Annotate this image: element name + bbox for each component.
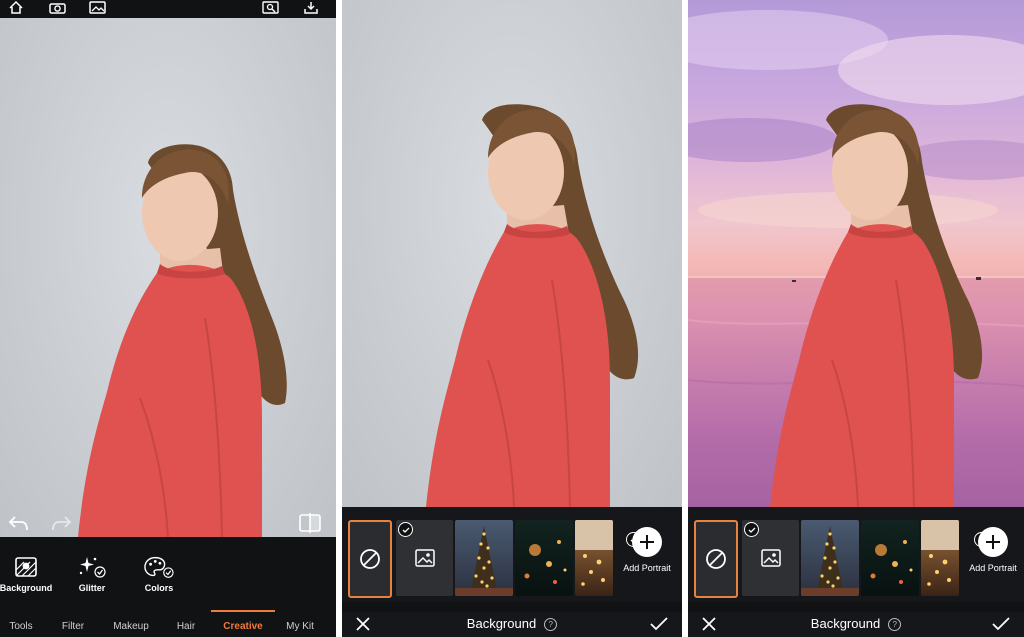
add-portrait-button[interactable]: Add Portrait bbox=[612, 527, 682, 573]
help-icon[interactable]: ? bbox=[544, 618, 558, 631]
apply-button[interactable] bbox=[650, 617, 668, 636]
check-icon bbox=[402, 527, 409, 533]
checkmark-icon bbox=[650, 617, 668, 631]
portrait-subject bbox=[770, 104, 983, 507]
add-portrait-label: Add Portrait bbox=[623, 563, 671, 573]
creative-tools-row: Background Glitter Colors bbox=[0, 537, 336, 610]
photo-canvas[interactable] bbox=[0, 18, 336, 537]
bokeh-lights-thumbnail bbox=[524, 540, 567, 584]
background-thumbnail[interactable] bbox=[861, 520, 919, 596]
tab-filter[interactable]: Filter bbox=[50, 610, 96, 637]
photo-canvas[interactable] bbox=[688, 0, 1024, 507]
panel-title: Background? bbox=[688, 616, 1024, 631]
plus-icon bbox=[986, 535, 1000, 549]
tool-colors[interactable]: Colors bbox=[129, 553, 189, 593]
undo-button[interactable] bbox=[4, 509, 32, 537]
check-badge bbox=[398, 522, 413, 537]
background-picker: Add Portrait bbox=[688, 507, 1024, 602]
glitter-icon bbox=[79, 557, 106, 578]
panel-title: Background? bbox=[342, 616, 682, 631]
check-icon bbox=[748, 527, 755, 533]
tab-makeup[interactable]: Makeup bbox=[106, 610, 156, 637]
background-screen-before: Add Portrait Background? bbox=[342, 0, 682, 637]
background-picker: Add Portrait bbox=[342, 507, 682, 602]
no-background-button[interactable] bbox=[694, 520, 738, 598]
panel-title-text: Background bbox=[810, 616, 881, 631]
editor-tab-bar: Tools Filter Makeup Hair Creative My Kit bbox=[0, 610, 336, 637]
gallery-button[interactable] bbox=[87, 0, 107, 14]
image-icon bbox=[414, 549, 435, 567]
home-icon bbox=[9, 0, 23, 14]
background-thumbnail[interactable] bbox=[515, 520, 573, 596]
background-thumbnail[interactable] bbox=[921, 520, 959, 596]
compare-icon bbox=[299, 513, 321, 533]
gallery-icon bbox=[88, 0, 106, 14]
editor-screen: Background Glitter Colors Tools Filter M… bbox=[0, 0, 336, 637]
background-icon bbox=[15, 557, 37, 577]
download-button[interactable] bbox=[301, 0, 321, 14]
check-badge bbox=[744, 522, 759, 537]
background-action-bar: Background? bbox=[342, 612, 682, 637]
gallery-background-button[interactable] bbox=[742, 520, 799, 596]
tab-hair[interactable]: Hair bbox=[164, 610, 208, 637]
redo-icon bbox=[52, 516, 72, 531]
zoom-search-button[interactable] bbox=[260, 0, 280, 14]
top-toolbar bbox=[0, 0, 336, 18]
city-lights-thumbnail bbox=[921, 520, 959, 586]
background-thumbnail[interactable] bbox=[801, 520, 859, 596]
christmas-tree-thumbnail bbox=[801, 526, 859, 596]
tool-label: Colors bbox=[144, 583, 174, 593]
no-background-button[interactable] bbox=[348, 520, 392, 598]
portrait-subject bbox=[426, 104, 639, 507]
panel-title-text: Background bbox=[466, 616, 537, 631]
background-thumbnail[interactable] bbox=[455, 520, 513, 596]
bokeh-lights-thumbnail bbox=[870, 540, 913, 584]
help-icon[interactable]: ? bbox=[888, 618, 902, 631]
compare-button[interactable] bbox=[296, 509, 324, 537]
add-portrait-button[interactable]: Add Portrait bbox=[958, 527, 1024, 573]
background-thumbnail[interactable] bbox=[575, 520, 613, 596]
city-lights-thumbnail bbox=[575, 520, 613, 586]
tool-label: Glitter bbox=[78, 583, 106, 593]
redo-button[interactable] bbox=[48, 509, 76, 537]
undo-icon bbox=[8, 516, 28, 531]
add-portrait-label: Add Portrait bbox=[969, 563, 1017, 573]
checkmark-icon bbox=[992, 617, 1010, 631]
camera-icon bbox=[48, 2, 66, 14]
none-icon bbox=[706, 549, 726, 569]
tool-background[interactable]: Background bbox=[0, 553, 56, 593]
tool-label: Background bbox=[0, 583, 53, 593]
tab-creative[interactable]: Creative bbox=[211, 610, 275, 637]
tool-glitter[interactable]: Glitter bbox=[62, 553, 122, 593]
christmas-tree-thumbnail bbox=[455, 526, 513, 596]
background-action-bar: Background? bbox=[688, 612, 1024, 637]
camera-button[interactable] bbox=[47, 0, 67, 14]
gallery-background-button[interactable] bbox=[396, 520, 453, 596]
colors-icon bbox=[144, 556, 174, 578]
tab-my-kit[interactable]: My Kit bbox=[277, 610, 323, 637]
home-button[interactable] bbox=[6, 0, 26, 14]
portrait-subject bbox=[78, 144, 287, 537]
background-screen-after: Add Portrait Background? bbox=[688, 0, 1024, 637]
image-icon bbox=[760, 549, 781, 567]
zoom-icon bbox=[261, 0, 279, 14]
plus-icon bbox=[640, 535, 654, 549]
none-icon bbox=[360, 549, 380, 569]
apply-button[interactable] bbox=[992, 617, 1010, 636]
photo-canvas[interactable] bbox=[342, 0, 682, 507]
download-icon bbox=[304, 1, 318, 14]
tab-tools[interactable]: Tools bbox=[0, 610, 42, 637]
